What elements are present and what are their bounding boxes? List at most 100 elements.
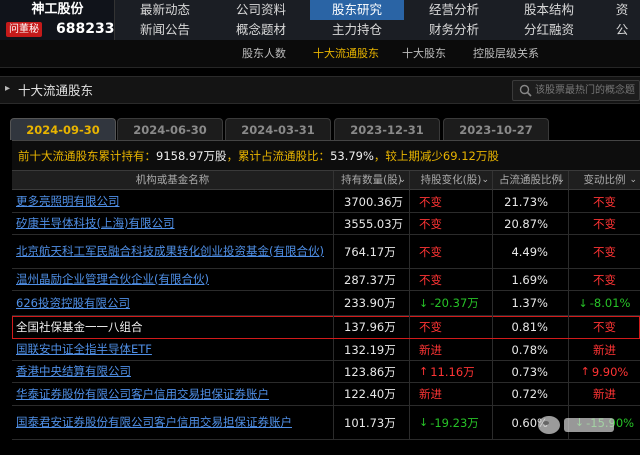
change-percent-value: 9.90% [591,364,629,379]
circulating-ratio: 20.87% [493,213,569,234]
table-row[interactable]: 国联安中证全指半导体ETF 132.19万 新进 0.78% 新进 [12,339,640,361]
summary-label-holding: 前十大流通股东累计持有： [18,149,156,163]
change-percent-cell: 不变 [569,316,640,338]
subnav-control-hierarchy[interactable]: 控股层级关系 [473,47,539,61]
ask-secretary-button[interactable]: 问董秘 [6,22,42,37]
holder-name-link[interactable]: 温州晶励企业管理合伙企业(有限合伙) [16,272,209,287]
circulating-ratio: 1.69% [493,269,569,290]
nav-share-structure[interactable]: 股本结构 [502,0,596,20]
holder-name-cell: 全国社保基金一一八组合 [12,316,334,338]
sort-chevron-icon[interactable]: ⌄ [481,171,489,189]
circulating-ratio: 21.73% [493,191,569,212]
nav-more-2[interactable]: 公 [604,20,640,40]
holder-name-cell[interactable]: 香港中央结算有限公司 [12,361,334,382]
tab-2024-06-30[interactable]: 2024-06-30 [117,118,223,140]
nav-dividend-financing[interactable]: 分红融资 [502,20,596,40]
summary-label-change: ，较上期减少 [373,149,443,163]
holder-name-cell[interactable]: 更多亮照明有限公司 [12,191,334,212]
sort-chevron-icon[interactable]: ⌄ [557,171,565,189]
arrow-up-icon: ↑ [419,365,429,378]
holding-quantity: 132.19万 [334,339,410,360]
holder-name-link[interactable]: 矽康半导体科技(上海)有限公司 [16,216,174,231]
holder-name-link[interactable]: 626投资控股有限公司 [16,296,130,311]
holding-quantity: 3700.36万 [334,191,410,212]
holder-name-link[interactable]: 国泰君安证券股份有限公司客户信用交易担保证券账户 [16,415,292,430]
nav-shareholder-research[interactable]: 股东研究 [310,0,404,20]
header-change-pct[interactable]: 变动比例 ⌄ [569,171,640,191]
holder-name-link[interactable]: 华泰证券股份有限公司客户信用交易担保证券账户 [16,387,269,402]
change-percent-cell: 新进 [569,383,640,405]
section-title: 十大流通股东 [18,83,94,98]
header-change[interactable]: 持股变化(股) ⌄ [410,171,493,191]
nav-concept-themes[interactable]: 概念题材 [216,20,306,40]
circulating-ratio: 0.78% [493,339,569,360]
summary-label-ratio: ，累计占流通股比： [226,149,331,163]
circulating-ratio: 4.49% [493,235,569,268]
arrow-down-icon: ↓ [419,416,429,429]
header-ratio[interactable]: 占流通股比例 ⌄ [493,171,569,191]
holder-name-cell[interactable]: 北京航天科工军民融合科技成果转化创业投资基金(有限合伙) [12,235,334,268]
holding-change-value: 不变 [419,244,442,259]
holder-name-link[interactable]: 北京航天科工军民融合科技成果转化创业投资基金(有限合伙) [16,244,324,259]
concept-search[interactable] [512,80,640,101]
table-row[interactable]: 北京航天科工军民融合科技成果转化创业投资基金(有限合伙) 764.17万 不变 4.4… [12,235,640,269]
table-row[interactable]: 华泰证券股份有限公司客户信用交易担保证券账户 122.40万 新进 0.72% 新进 [12,383,640,406]
table-row[interactable]: 全国社保基金一一八组合 137.96万 不变 0.81% 不变 [12,316,640,339]
holding-quantity: 101.73万 [334,406,410,439]
holding-change-cell: 不变 [410,191,493,212]
change-percent-cell: ↓ -8.01% [569,291,640,315]
header-name[interactable]: 机构或基金名称 [12,171,334,191]
change-percent-value: 不变 [593,216,616,231]
arrow-up-icon: ↑ [580,365,590,378]
holder-name-link: 全国社保基金一一八组合 [16,319,143,334]
header-quantity[interactable]: 持有数量(股) ⌄ [334,171,410,191]
circulating-ratio: 0.73% [493,361,569,382]
holder-name-link[interactable]: 香港中央结算有限公司 [16,364,131,379]
holding-change-value: 新进 [419,342,442,357]
table-row[interactable]: 温州晶励企业管理合伙企业(有限合伙) 287.37万 不变 1.69% 不变 [12,269,640,291]
table-row[interactable]: 更多亮照明有限公司 3700.36万 不变 21.73% 不变 [12,191,640,213]
section-collapse-icon[interactable]: ▸ [5,83,10,94]
header-ratio-label: 占流通股比例 [499,174,562,186]
holding-change-cell: 新进 [410,339,493,360]
sort-chevron-icon[interactable]: ⌄ [398,171,406,189]
tab-2023-10-27[interactable]: 2023-10-27 [443,118,549,140]
summary-change-value: 69.12万股 [442,149,499,163]
subnav-shareholder-count[interactable]: 股东人数 [242,47,286,61]
change-percent-value: 新进 [593,342,616,357]
stock-name: 神工股份 [31,2,84,17]
sort-chevron-icon[interactable]: ⌄ [629,171,637,189]
table-row[interactable]: 626投资控股有限公司 233.90万 ↓ -20.37万 1.37% ↓ -8.01% [12,291,640,316]
change-percent-value: 不变 [593,320,616,334]
holding-change-cell: 不变 [410,235,493,268]
subnav-top-ten-shareholders[interactable]: 十大股东 [402,47,446,61]
change-percent-cell: 不变 [569,269,640,290]
holder-name-cell[interactable]: 华泰证券股份有限公司客户信用交易担保证券账户 [12,383,334,405]
subnav-top-ten-circulating[interactable]: 十大流通股东 [313,47,379,61]
holder-name-link[interactable]: 国联安中证全指半导体ETF [16,342,152,357]
nav-latest-news[interactable]: 最新动态 [122,0,208,20]
holder-name-cell[interactable]: 626投资控股有限公司 [12,291,334,315]
tab-2023-12-31[interactable]: 2023-12-31 [334,118,440,140]
holder-name-cell[interactable]: 国联安中证全指半导体ETF [12,339,334,360]
nav-main-holdings[interactable]: 主力持仓 [310,20,404,40]
holder-name-cell[interactable]: 国泰君安证券股份有限公司客户信用交易担保证券账户 [12,406,334,439]
holder-name-cell[interactable]: 温州晶励企业管理合伙企业(有限合伙) [12,269,334,290]
circulating-ratio: 0.72% [493,383,569,405]
tab-2024-03-31[interactable]: 2024-03-31 [225,118,331,140]
tab-2024-09-30[interactable]: 2024-09-30 [10,118,116,140]
nav-financial-analysis[interactable]: 财务分析 [410,20,498,40]
circulating-ratio: 1.37% [493,291,569,315]
table-row[interactable]: 香港中央结算有限公司 123.86万 ↑ 11.16万 0.73% ↑ 9.90% [12,361,640,383]
holding-change-cell: ↑ 11.16万 [410,361,493,382]
nav-operation-analysis[interactable]: 经营分析 [410,0,498,20]
circulating-ratio: 0.81% [493,316,569,338]
nav-news-announcements[interactable]: 新闻公告 [122,20,208,40]
arrow-down-icon: ↓ [419,296,429,310]
holder-name-link[interactable]: 更多亮照明有限公司 [16,194,120,209]
search-input[interactable] [535,82,639,99]
table-row[interactable]: 矽康半导体科技(上海)有限公司 3555.03万 不变 20.87% 不变 [12,213,640,235]
holder-name-cell[interactable]: 矽康半导体科技(上海)有限公司 [12,213,334,234]
nav-more-1[interactable]: 资 [604,0,640,20]
nav-company-profile[interactable]: 公司资料 [216,0,306,20]
